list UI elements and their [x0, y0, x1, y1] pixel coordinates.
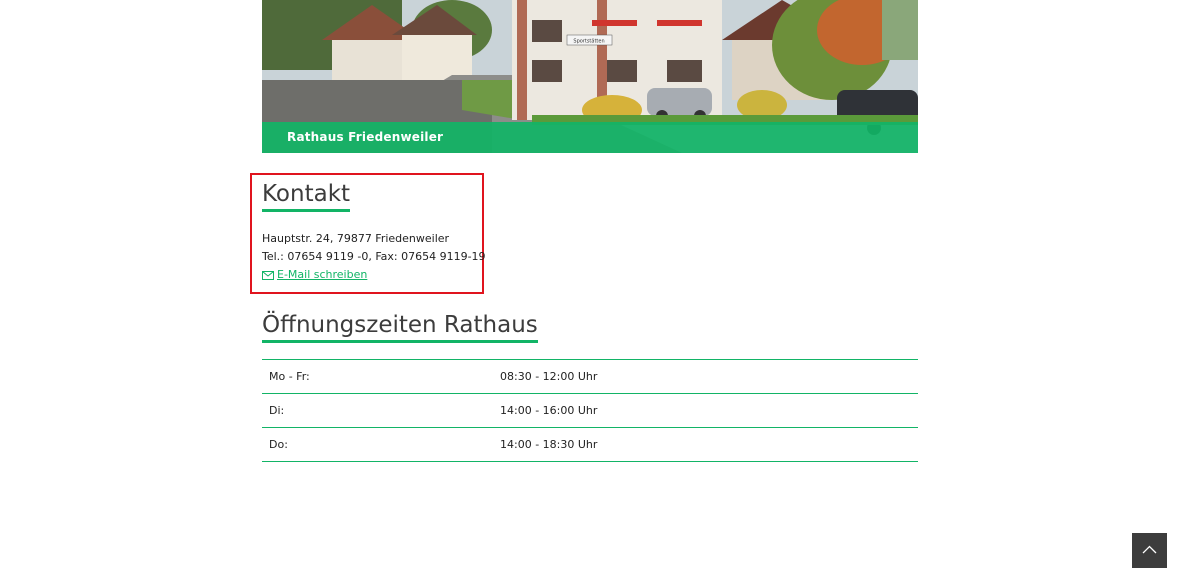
chevron-up-icon: [1142, 545, 1157, 554]
hours-time: 14:00 - 18:30 Uhr: [493, 427, 918, 462]
envelope-icon: [262, 271, 274, 280]
hours-table: Mo - Fr: 08:30 - 12:00 Uhr Di: 14:00 - 1…: [262, 359, 918, 462]
hours-time: 08:30 - 12:00 Uhr: [493, 359, 918, 394]
scroll-to-top-button[interactable]: [1132, 533, 1167, 568]
hours-day: Do:: [262, 427, 493, 462]
email-link[interactable]: E-Mail schreiben: [262, 266, 367, 284]
hours-day: Di:: [262, 393, 493, 428]
table-row: Do: 14:00 - 18:30 Uhr: [262, 427, 918, 462]
street-sign-text: Sportstätten: [573, 39, 604, 45]
hours-section-title: Öffnungszeiten Rathaus: [262, 311, 538, 343]
address-text: Hauptstr. 24, 79877 Friedenweiler: [262, 232, 450, 245]
hours-time: 14:00 - 16:00 Uhr: [493, 393, 918, 428]
hero-caption: Rathaus Friedenweiler: [287, 130, 444, 144]
hero-image: Sportstätten Rathaus Friedenweiler: [262, 0, 918, 153]
hours-heading: Öffnungszeiten Rathaus: [262, 311, 538, 343]
hours-day: Mo - Fr:: [262, 359, 493, 394]
hero-caption-band: Rathaus Friedenweiler: [262, 122, 918, 153]
kontakt-section: Kontakt Hauptstr. 24, 79877 Friedenweile…: [262, 180, 492, 281]
kontakt-heading: Kontakt: [262, 180, 351, 212]
email-link-label: E-Mail schreiben: [277, 268, 368, 281]
phone-fax-text: Tel.: 07654 9119 -0, Fax: 07654 9119-19: [262, 250, 486, 263]
table-row: Mo - Fr: 08:30 - 12:00 Uhr: [262, 359, 918, 394]
table-row: Di: 14:00 - 16:00 Uhr: [262, 393, 918, 428]
